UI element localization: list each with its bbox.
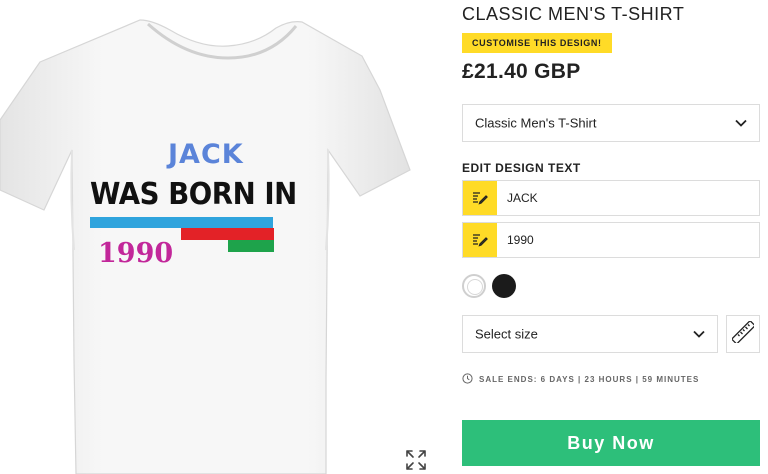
design-middle-text: WAS BORN IN bbox=[90, 177, 297, 212]
design-red-bar bbox=[181, 228, 274, 240]
product-title: CLASSIC MEN'S T-SHIRT bbox=[462, 4, 685, 24]
design-text-value: JACK bbox=[507, 191, 538, 205]
product-image-area: JACK WAS BORN IN 1990 bbox=[0, 0, 440, 474]
color-swatch-black[interactable] bbox=[492, 274, 516, 298]
buy-now-button[interactable]: Buy Now bbox=[462, 420, 760, 466]
design-green-bar bbox=[228, 240, 274, 252]
style-select-value: Classic Men's T-Shirt bbox=[475, 115, 597, 131]
design-text-field-year[interactable]: 1990 bbox=[462, 222, 760, 258]
chevron-down-icon bbox=[693, 327, 705, 342]
product-panel: CLASSIC MEN'S T-SHIRT CUSTOMISE THIS DES… bbox=[462, 0, 760, 474]
design-blue-bar bbox=[90, 217, 273, 228]
customise-design-button[interactable]: CUSTOMISE THIS DESIGN! bbox=[462, 33, 612, 53]
edit-text-icon bbox=[463, 181, 497, 215]
product-price: £21.40 GBP bbox=[462, 60, 581, 83]
size-select[interactable]: Select size bbox=[462, 315, 718, 353]
design-year-text: 1990 bbox=[98, 238, 174, 269]
design-text-field-name[interactable]: JACK bbox=[462, 180, 760, 216]
sale-text: SALE ENDS: 6 DAYS | 23 HOURS | 59 MINUTE… bbox=[479, 375, 700, 384]
design-name-text: JACK bbox=[168, 139, 244, 170]
chevron-down-icon bbox=[735, 116, 747, 131]
color-swatch-white[interactable] bbox=[462, 274, 486, 298]
edit-text-icon bbox=[463, 223, 497, 257]
expand-icon[interactable] bbox=[404, 448, 428, 472]
design-text-value: 1990 bbox=[507, 233, 534, 247]
size-select-placeholder: Select size bbox=[475, 326, 538, 342]
size-guide-button[interactable] bbox=[726, 315, 760, 353]
ruler-icon bbox=[730, 319, 756, 348]
clock-icon bbox=[462, 373, 473, 386]
style-select[interactable]: Classic Men's T-Shirt bbox=[462, 104, 760, 142]
edit-design-text-label: EDIT DESIGN TEXT bbox=[462, 161, 581, 175]
sale-countdown: SALE ENDS: 6 DAYS | 23 HOURS | 59 MINUTE… bbox=[462, 373, 699, 386]
tshirt-design: JACK WAS BORN IN 1990 bbox=[90, 135, 297, 275]
